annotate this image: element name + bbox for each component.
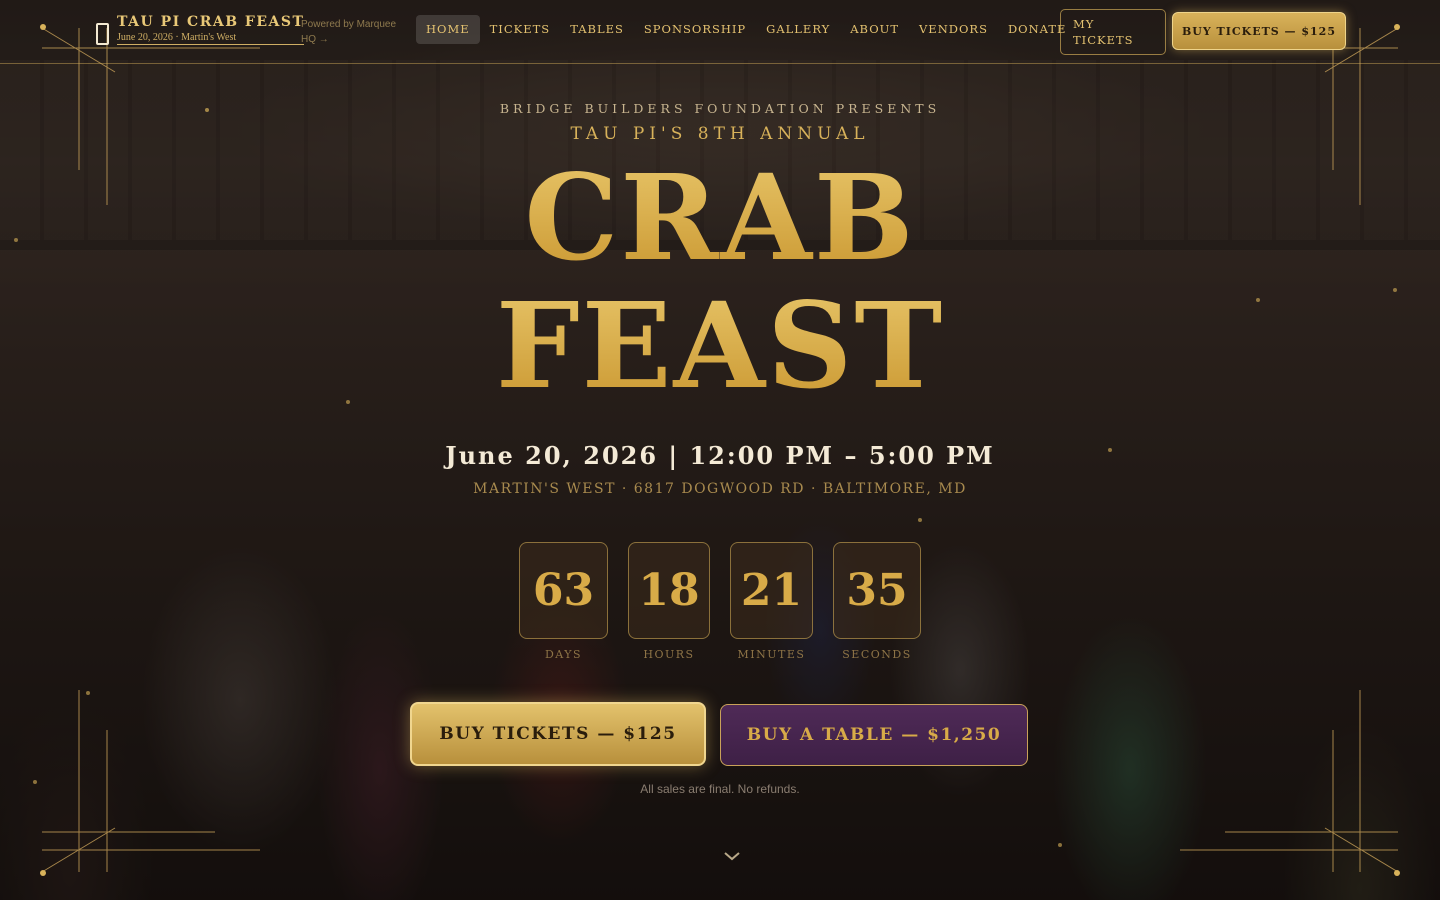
main-menu: HOME TICKETS TABLES SPONSORSHIP GALLERY … (416, 15, 1076, 44)
nav-vendors[interactable]: VENDORS (909, 15, 998, 44)
countdown-seconds-value: 35 (833, 542, 921, 639)
brand-logo[interactable]: TAU PI CRAB FEAST June 20, 2026 · Martin… (96, 14, 305, 45)
brand-subtitle: June 20, 2026 · Martin's West (117, 32, 305, 45)
headline-line-1: CRAB (0, 150, 1440, 286)
countdown-hours-value: 18 (628, 542, 710, 639)
event-date-time: June 20, 2026 | 12:00 PM – 5:00 PM (445, 441, 995, 470)
powered-by-link[interactable]: Powered by Marquee HQ → (301, 17, 411, 47)
nav-sponsorship[interactable]: SPONSORSHIP (634, 15, 756, 44)
headline-line-2: FEAST (0, 278, 1440, 414)
refund-policy-note: All sales are final. No refunds. (640, 782, 800, 796)
chevron-down-icon[interactable] (722, 848, 742, 864)
nav-about[interactable]: ABOUT (840, 15, 909, 44)
countdown-hours-label: HOURS (643, 648, 695, 661)
my-tickets-button[interactable]: MY TICKETS (1060, 9, 1166, 55)
phone-icon (96, 23, 109, 45)
nav-gallery[interactable]: GALLERY (756, 15, 840, 44)
hero-buy-tickets-button[interactable]: BUY TICKETS — $125 (410, 702, 706, 766)
top-navbar: TAU PI CRAB FEAST June 20, 2026 · Martin… (0, 0, 1440, 64)
countdown-days-label: DAYS (544, 648, 583, 661)
hero-buy-table-button[interactable]: BUY A TABLE — $1,250 (720, 704, 1028, 766)
countdown-seconds-label: SECONDS (842, 648, 912, 661)
countdown-days-value: 63 (519, 542, 608, 639)
nav-tables[interactable]: TABLES (560, 15, 634, 44)
event-venue: MARTIN'S WEST · 6817 DOGWOOD RD · BALTIM… (473, 481, 967, 497)
countdown-timer: 63 DAYS 18 HOURS 21 MINUTES 35 SECONDS (0, 542, 1440, 672)
presenter-text: BRIDGE BUILDERS FOUNDATION PRESENTS (499, 101, 941, 116)
nav-buy-tickets-button[interactable]: BUY TICKETS — $125 (1172, 12, 1346, 50)
countdown-minutes-value: 21 (730, 542, 813, 639)
nav-tickets[interactable]: TICKETS (480, 15, 561, 44)
brand-text: TAU PI CRAB FEAST June 20, 2026 · Martin… (117, 14, 305, 45)
brand-title: TAU PI CRAB FEAST (117, 14, 305, 30)
countdown-minutes-label: MINUTES (737, 648, 806, 661)
nav-home[interactable]: HOME (416, 15, 480, 44)
edition-text: TAU PI'S 8TH ANNUAL (570, 124, 870, 144)
